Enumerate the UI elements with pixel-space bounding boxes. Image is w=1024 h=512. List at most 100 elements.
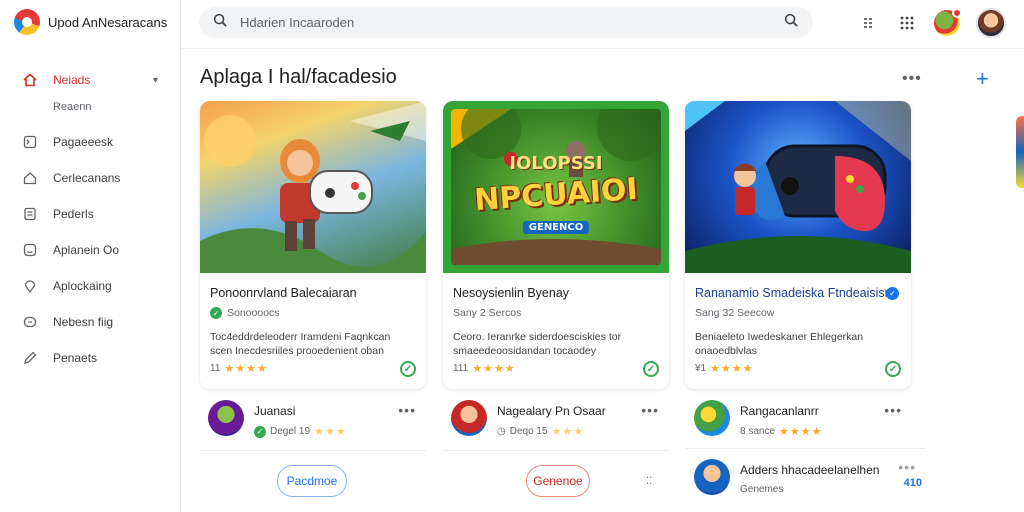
pencil-icon	[22, 350, 38, 366]
sidebar-item-label: Pederls	[53, 207, 94, 221]
list-item-sub: Genemes	[740, 484, 784, 495]
game-subtitle: Sany 2 Sercos	[453, 307, 521, 319]
game-developer: Sany 2 Sercos	[453, 307, 522, 319]
list-item-sub: 8 sance	[740, 426, 776, 437]
primary-pill-button[interactable]: Pacdmoe	[277, 465, 347, 497]
filter-icon[interactable]	[858, 12, 880, 34]
game-title: Ponoonrvland Balecaiaran	[210, 286, 357, 300]
verified-icon: ✓	[886, 287, 899, 300]
player-avatar	[694, 400, 730, 436]
installed-check-icon[interactable]: ✓	[400, 361, 416, 377]
notification-dot	[952, 8, 962, 18]
star-rating: ★★★	[314, 426, 347, 438]
secondary-pill-button[interactable]: Genenoe	[526, 465, 590, 497]
search-submit-icon[interactable]	[784, 13, 799, 33]
sidebar-item-tracking[interactable]: Aplockaing	[0, 268, 180, 304]
more-options-icon[interactable]: •••	[884, 402, 902, 418]
message-icon	[22, 314, 38, 330]
game-rating: 111 ★★★★	[453, 362, 516, 375]
top-icons	[858, 8, 1006, 38]
star-rating: ★★★★	[779, 426, 823, 438]
game-title: Nesoysienlin Byenay	[453, 286, 570, 300]
verified-icon: ✓	[254, 425, 266, 438]
rating-count: 111	[453, 363, 469, 374]
house-icon	[22, 170, 38, 186]
game-description: Beniaeleto Iwedeskaner Ehlegerkan onaoed…	[695, 331, 864, 357]
apps-grid-icon[interactable]	[896, 12, 918, 34]
player-avatar	[208, 400, 244, 436]
sidebar-item-settings[interactable]: Penaets	[0, 340, 180, 376]
smile-icon	[22, 242, 38, 258]
page-icon	[22, 134, 38, 150]
sidebar-item-label: Pagaeeesk	[53, 135, 114, 149]
search-input[interactable]	[240, 15, 784, 30]
game-card[interactable]: Ponoonrvland Balecaiaran ✓ Sonoooocs Toc…	[200, 101, 426, 389]
game-subtitle: ✓ Sonoooocs	[210, 307, 280, 319]
divider	[443, 450, 669, 451]
sidebar-item-label: Nebesn fiig	[53, 315, 114, 329]
game-subtitle: Sang 32 Seecow	[695, 307, 774, 319]
game-description: Toc4eddrdeleoderr Iramdeni Faqnkcan scen…	[210, 331, 391, 357]
badge-count: 410	[903, 477, 922, 489]
home-icon	[22, 72, 38, 88]
more-options-icon[interactable]: •••	[398, 402, 416, 418]
header-divider	[181, 48, 1024, 49]
sidebar-item-notifications[interactable]: Nebesn fiig	[0, 304, 180, 340]
list-icon	[22, 206, 38, 222]
sidebar: Upod AnNesaracans Neiads ▾ Reaenn Pagaee…	[0, 0, 181, 512]
star-rating: ★★★	[551, 426, 585, 438]
game-card[interactable]: Rananamio Smadeiska Ftndeaisisn ✓ Sang 3…	[685, 101, 911, 389]
clock-icon: ◷	[497, 426, 506, 437]
chevron-down-icon: ▾	[152, 74, 158, 86]
list-item-name: Rangacanlanrr	[740, 404, 819, 418]
sidebar-item-home[interactable]: Neiads ▾	[0, 62, 180, 98]
expand-icon[interactable]: ⁚⁚	[646, 476, 652, 487]
list-item-meta: ✓ Degel 19 ★★★	[254, 425, 347, 438]
game-developer: Sonoooocs	[227, 307, 280, 319]
brand-name: Upod AnNesaracans	[48, 14, 168, 30]
search-bar[interactable]	[199, 7, 813, 38]
more-options-icon[interactable]: •••	[902, 70, 922, 88]
sidebar-item-label: Penaets	[53, 351, 98, 365]
installed-check-icon[interactable]: ✓	[643, 361, 659, 377]
verified-icon: ✓	[210, 307, 222, 319]
list-item[interactable]: Adders hhacadeelanelhen Genemes 410 •••	[686, 459, 926, 512]
game-thumbnail	[685, 101, 911, 273]
game-rating: 11 ★★★★	[210, 362, 268, 375]
list-item-meta: Genemes	[740, 484, 783, 495]
page-title: Aplaga I hal/facadesio	[200, 66, 397, 88]
game-thumbnail: IOLOPSSI NPCUAIOI GENENCO	[443, 101, 669, 273]
star-rating: ★★★★	[472, 363, 516, 375]
sidebar-item-collections[interactable]: Cerlecanans	[0, 160, 180, 196]
game-thumbnail	[200, 101, 426, 273]
brand-logo	[14, 9, 40, 35]
sidebar-item-applications[interactable]: Aplanein Oo	[0, 232, 180, 268]
rating-count: 11	[210, 363, 221, 374]
search-icon	[213, 13, 228, 33]
game-card[interactable]: IOLOPSSI NPCUAIOI GENENCO Nesoysienlin B…	[443, 101, 669, 389]
more-options-icon[interactable]: •••	[641, 402, 659, 418]
list-item-meta: 8 sance ★★★★	[740, 425, 822, 438]
list-item[interactable]: Rangacanlanrr 8 sance ★★★★ •••	[686, 400, 912, 458]
game-rating: ¥1 ★★★★	[695, 362, 754, 375]
game-title: Rananamio Smadeiska Ftndeaisisn	[695, 286, 892, 300]
player-avatar	[694, 459, 730, 495]
sidebar-item-label: Aplanein Oo	[53, 243, 120, 257]
list-item-name: Nagealary Pn Osaar	[497, 404, 606, 418]
game-logo-top: IOLOPSSI	[509, 152, 603, 174]
app-root: Upod AnNesaracans Neiads ▾ Reaenn Pagaee…	[0, 0, 1024, 512]
installed-check-icon[interactable]: ✓	[885, 361, 901, 377]
sidebar-item-pages[interactable]: Pagaeeesk	[0, 124, 180, 160]
game-notification-icon[interactable]	[934, 8, 962, 36]
list-item-sub: Degel 19	[270, 426, 311, 437]
rating-count: ¥1	[695, 363, 707, 374]
brand[interactable]: Upod AnNesaracans	[14, 9, 167, 35]
sidebar-item-orders[interactable]: Pederls	[0, 196, 180, 232]
more-options-icon[interactable]: •••	[898, 459, 916, 475]
next-card-peek[interactable]	[1016, 116, 1024, 188]
user-avatar[interactable]	[976, 8, 1006, 38]
player-avatar	[451, 400, 487, 436]
add-icon[interactable]: +	[976, 66, 989, 92]
game-description: Ceoro. Ieranrke siderdoesciskies tor sma…	[453, 331, 622, 357]
list-item-sub: Deqo 15	[509, 426, 548, 437]
